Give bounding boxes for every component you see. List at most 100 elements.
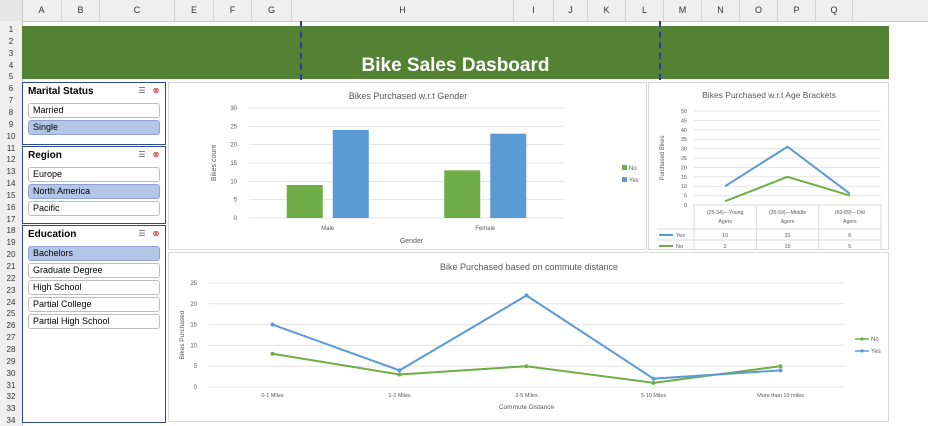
row-header[interactable]: 23 [0, 285, 22, 296]
row-header[interactable]: 2 [0, 36, 22, 47]
data-table-value: 6 [848, 233, 851, 239]
y-axis-label: Bikes Purchased [179, 310, 186, 359]
column-header[interactable]: L [626, 0, 664, 21]
row-header[interactable]: 24 [0, 297, 22, 308]
x-tick-label: (60-89)---Old [835, 210, 865, 216]
column-header[interactable]: H [292, 0, 514, 21]
x-axis-label: Gender [400, 238, 424, 245]
row-header[interactable]: 32 [0, 391, 22, 402]
x-tick-label-line2: Agers [781, 219, 795, 225]
select-all-corner[interactable] [0, 0, 23, 22]
age-chart-panel[interactable]: Bikes Purchased w.r.t Age Brackets 0 5 10 15… [648, 82, 889, 252]
row-header[interactable]: 28 [0, 344, 22, 355]
education-slicer: Education ☰ ⊗ Bachelors Graduate Degree … [22, 225, 166, 423]
row-header[interactable]: 22 [0, 273, 22, 284]
column-header[interactable]: A [22, 0, 62, 21]
row-header[interactable]: 3 [0, 48, 22, 59]
row-header[interactable]: 17 [0, 214, 22, 225]
y-tick-label: 20 [230, 143, 237, 149]
slicer-item-bachelors[interactable]: Bachelors [28, 246, 160, 261]
column-header[interactable]: I [514, 0, 554, 21]
row-header[interactable]: 19 [0, 237, 22, 248]
page-break-line [659, 21, 661, 80]
row-header[interactable]: 4 [0, 60, 22, 71]
data-table-value: 15 [784, 244, 790, 249]
multi-select-icon[interactable]: ☰ [137, 229, 147, 239]
slicer-item-graduate-degree[interactable]: Graduate Degree [28, 263, 160, 278]
bar [444, 170, 481, 218]
slicer-item-partial-high-school[interactable]: Partial High School [28, 314, 160, 329]
x-tick-label: More than 10 miles [757, 393, 804, 399]
row-header[interactable]: 6 [0, 83, 22, 94]
slicer-item-pacific[interactable]: Pacific [28, 201, 160, 216]
row-header[interactable]: 25 [0, 308, 22, 319]
row-header[interactable]: 13 [0, 166, 22, 177]
data-point [778, 364, 783, 369]
row-header[interactable]: 26 [0, 320, 22, 331]
commute-line-chart: Bike Purchased based on commute distance… [179, 262, 881, 411]
multi-select-icon[interactable]: ☰ [137, 86, 147, 96]
column-header[interactable]: B [62, 0, 100, 21]
y-tick-label: 10 [190, 343, 197, 349]
clear-filter-icon[interactable]: ⊗ [151, 229, 161, 239]
y-tick-label: 35 [681, 137, 687, 143]
row-header[interactable]: 16 [0, 202, 22, 213]
y-tick-label: 0 [194, 385, 198, 391]
slicer-item-europe[interactable]: Europe [28, 167, 160, 182]
column-header[interactable]: P [778, 0, 816, 21]
x-tick-label: 2-5 Miles [515, 393, 538, 399]
column-header[interactable]: K [588, 0, 626, 21]
row-header[interactable]: 7 [0, 95, 22, 106]
slicer-item-single[interactable]: Single [28, 120, 160, 135]
slicer-item-north-america[interactable]: North America [28, 184, 160, 199]
row-header[interactable]: 33 [0, 403, 22, 414]
data-point [270, 322, 275, 327]
column-header[interactable]: O [740, 0, 778, 21]
y-tick-label: 50 [681, 109, 687, 115]
row-header[interactable]: 20 [0, 249, 22, 260]
row-header[interactable]: 8 [0, 107, 22, 118]
row-header[interactable]: 14 [0, 178, 22, 189]
data-point [524, 364, 529, 369]
slicer-item-high-school[interactable]: High School [28, 280, 160, 295]
row-header[interactable]: 29 [0, 356, 22, 367]
column-header[interactable]: N [702, 0, 740, 21]
multi-select-icon[interactable]: ☰ [137, 150, 147, 160]
row-header[interactable]: 9 [0, 119, 22, 130]
row-header[interactable]: 10 [0, 131, 22, 142]
row-header[interactable]: 34 [0, 415, 22, 426]
row-header[interactable]: 30 [0, 368, 22, 379]
column-header[interactable]: C [100, 0, 175, 21]
row-header[interactable]: 21 [0, 261, 22, 272]
row-header[interactable]: 11 [0, 143, 22, 154]
clear-filter-icon[interactable]: ⊗ [151, 86, 161, 96]
x-tick-label: (35-59)---Middle [769, 210, 806, 216]
row-header[interactable]: 31 [0, 380, 22, 391]
column-header[interactable]: E [175, 0, 214, 21]
row-header[interactable]: 27 [0, 332, 22, 343]
y-tick-label: 5 [194, 364, 198, 370]
slicer-item-married[interactable]: Married [28, 103, 160, 118]
gender-bar-chart: Bikes Purchased w.r.t Gender 0 5 10 15 20 25 30… [211, 91, 639, 245]
y-tick-label: 15 [681, 175, 687, 181]
legend-label: No [629, 166, 637, 172]
row-header[interactable]: 18 [0, 225, 22, 236]
column-header[interactable]: J [554, 0, 588, 21]
column-header[interactable]: Q [816, 0, 853, 21]
gender-chart-panel[interactable]: Bikes Purchased w.r.t Gender 0 5 10 15 20 25 30… [168, 82, 647, 250]
y-tick-label: 20 [190, 302, 197, 308]
column-header[interactable]: F [214, 0, 252, 21]
data-table-value: 2 [724, 244, 727, 249]
column-header[interactable]: G [252, 0, 292, 21]
row-header[interactable]: 1 [0, 24, 22, 35]
clear-filter-icon[interactable]: ⊗ [151, 150, 161, 160]
column-header[interactable]: M [664, 0, 702, 21]
slicer-item-partial-college[interactable]: Partial College [28, 297, 160, 312]
row-header[interactable]: 5 [0, 71, 22, 82]
age-line-chart: Bikes Purchased w.r.t Age Brackets 0 5 10 15… [657, 90, 882, 252]
data-point [397, 372, 402, 377]
row-header[interactable]: 12 [0, 154, 22, 165]
commute-chart-panel[interactable]: Bike Purchased based on commute distance… [168, 252, 889, 422]
row-header[interactable]: 15 [0, 190, 22, 201]
legend-label: No [871, 337, 879, 343]
